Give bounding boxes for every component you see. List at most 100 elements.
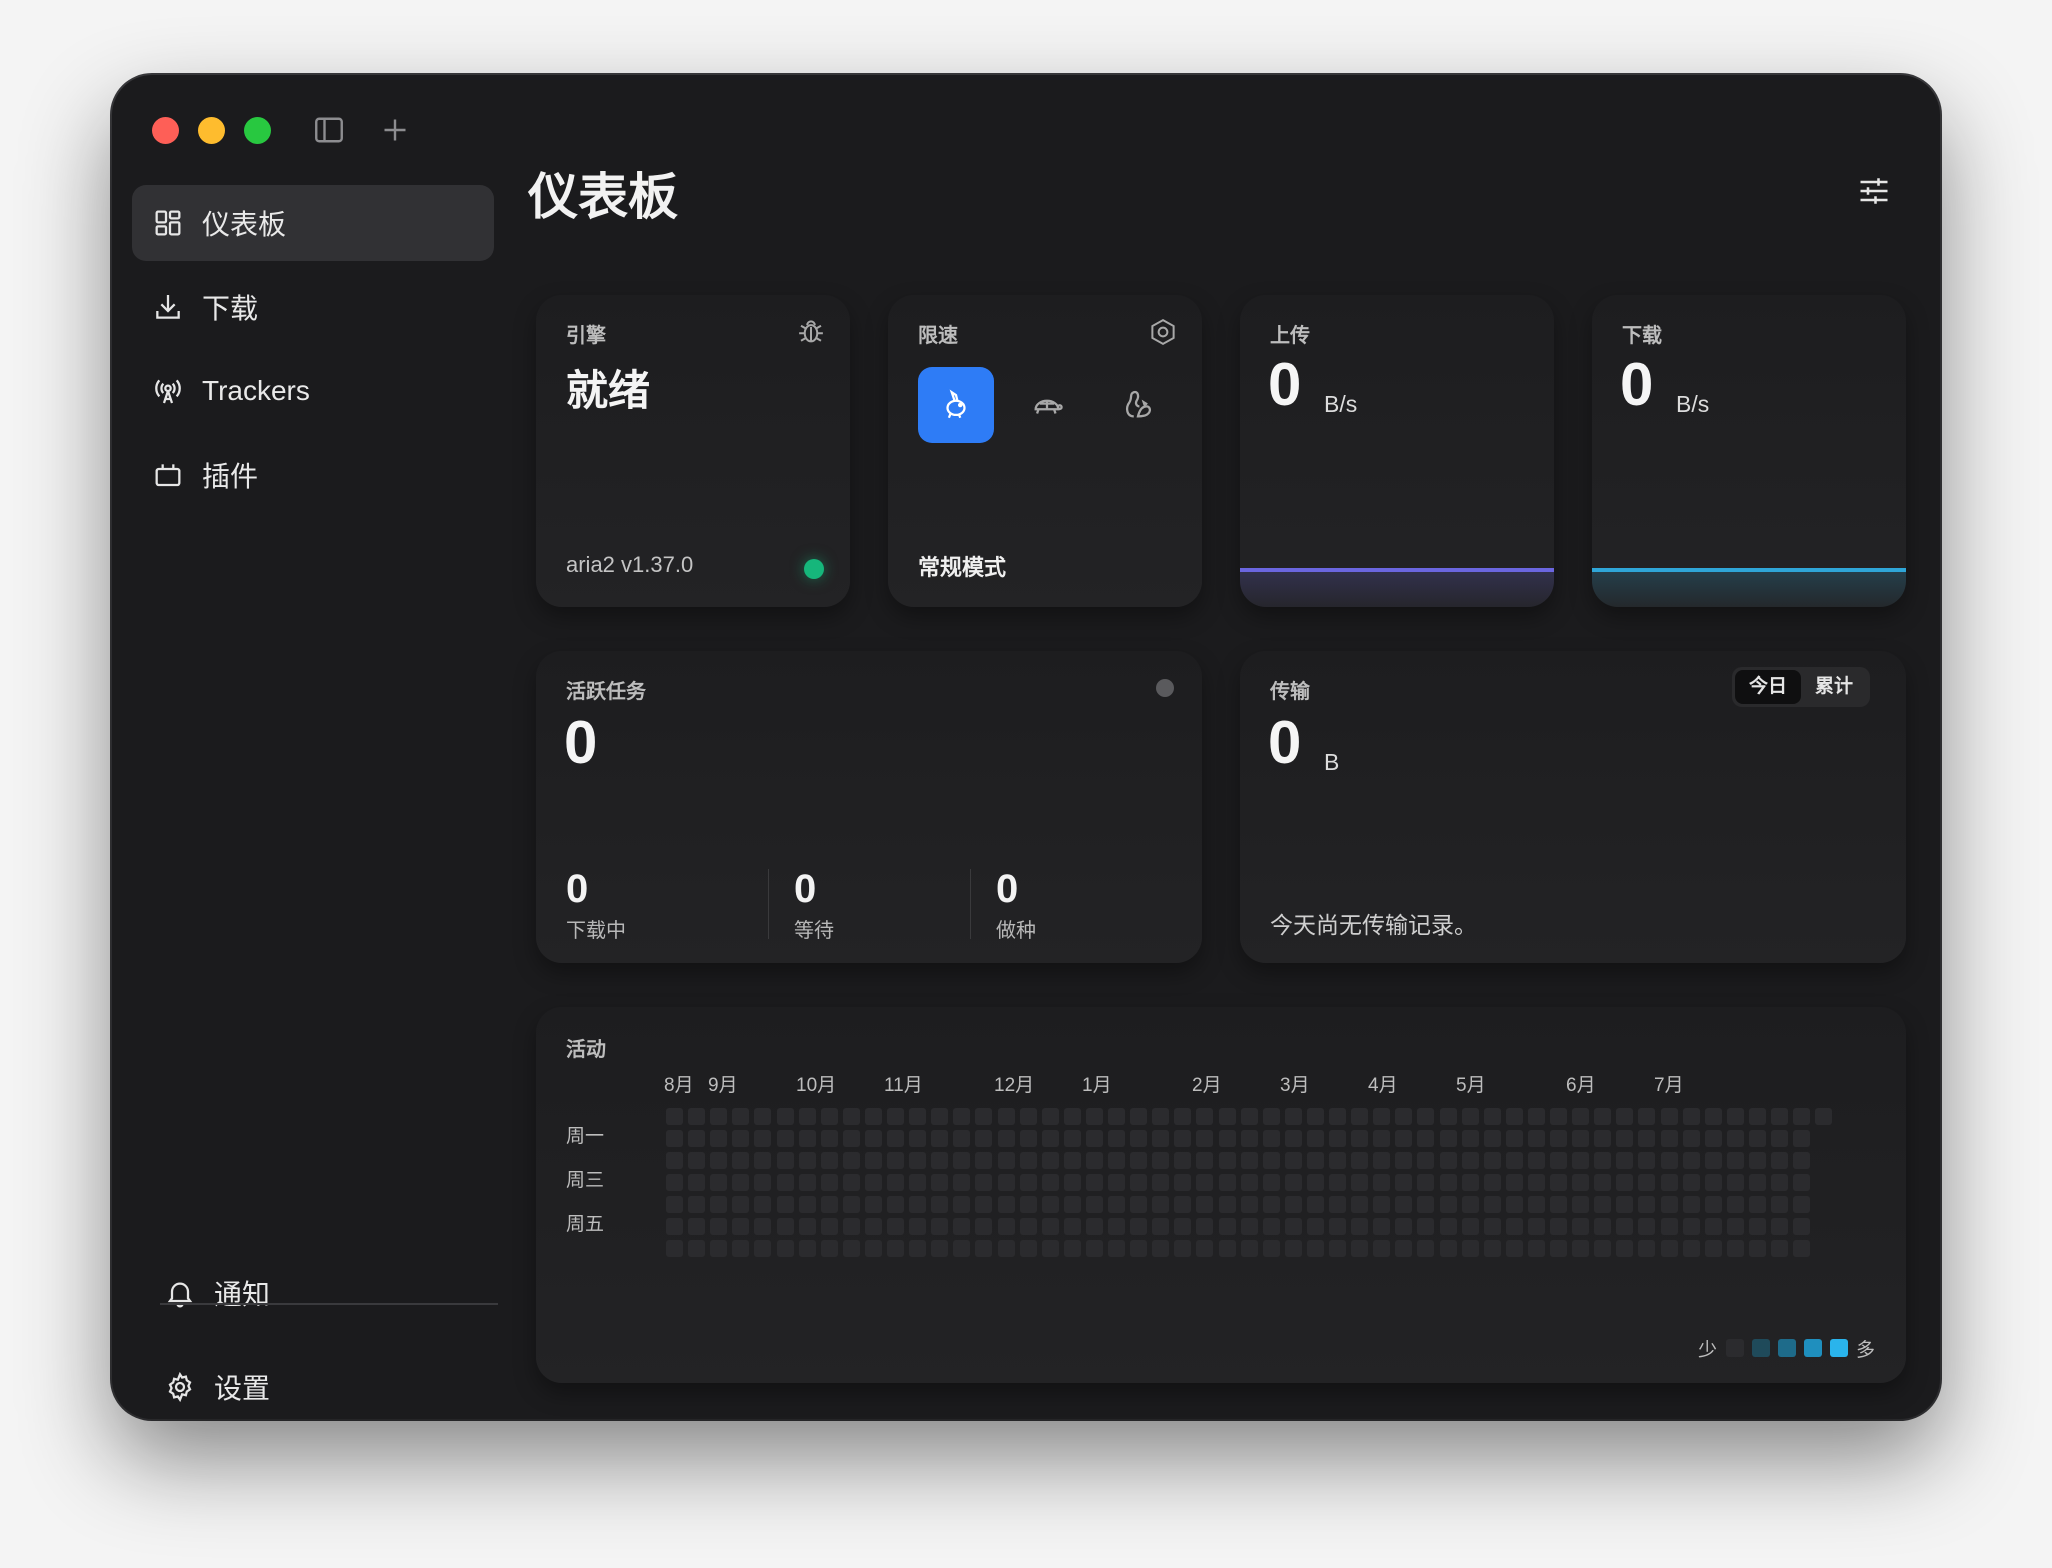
tab-today[interactable]: 今日: [1735, 670, 1802, 704]
heatmap-cell: [821, 1240, 838, 1257]
heatmap-cell: [1263, 1130, 1280, 1147]
speed-mode-custom-button[interactable]: [1100, 367, 1176, 443]
heatmap-cell: [1064, 1108, 1081, 1125]
heatmap-cell: [821, 1152, 838, 1169]
heatmap-cell: [843, 1240, 860, 1257]
legend-swatch: [1830, 1339, 1848, 1357]
heatmap-cell: [998, 1152, 1015, 1169]
new-task-icon[interactable]: [377, 112, 413, 148]
heatmap-cell: [1528, 1108, 1545, 1125]
sidebar-item-trackers[interactable]: Trackers: [132, 353, 494, 429]
minimize-window-button[interactable]: [198, 117, 225, 144]
heatmap-cell: [1616, 1108, 1633, 1125]
heatmap-cell: [1042, 1174, 1059, 1191]
heatmap-cell: [666, 1108, 683, 1125]
speed-mode-slow-button[interactable]: [1009, 367, 1085, 443]
speed-mode-normal-button[interactable]: [918, 367, 994, 443]
sidebar-toggle-icon[interactable]: [311, 112, 347, 148]
heatmap-cell: [1351, 1218, 1368, 1235]
heatmap-cell: [865, 1108, 882, 1125]
sidebar-item-downloads[interactable]: 下载: [132, 269, 494, 345]
heatmap-cell: [1638, 1130, 1655, 1147]
heatmap-cell: [1042, 1108, 1059, 1125]
heatmap-cell: [1550, 1108, 1567, 1125]
heatmap-cell: [1395, 1174, 1412, 1191]
heatmap-cell: [1528, 1152, 1545, 1169]
heatmap-cell: [998, 1196, 1015, 1213]
heatmap-cell: [1219, 1130, 1236, 1147]
heatmap-cell: [1550, 1152, 1567, 1169]
heatmap-cell: [1440, 1218, 1457, 1235]
heatmap-cell: [1771, 1152, 1788, 1169]
heatmap-cell: [1727, 1174, 1744, 1191]
close-window-button[interactable]: [152, 117, 179, 144]
heatmap-cell: [865, 1130, 882, 1147]
heatmap-cell: [666, 1240, 683, 1257]
tab-total[interactable]: 累计: [1801, 670, 1867, 704]
heatmap-cell: [1705, 1240, 1722, 1257]
heatmap-cell: [1174, 1130, 1191, 1147]
heatmap-cell: [1263, 1152, 1280, 1169]
heatmap-cell: [1064, 1218, 1081, 1235]
heatmap-cell: [1484, 1108, 1501, 1125]
waiting-count: 0: [794, 867, 817, 911]
heatmap-cell: [1462, 1108, 1479, 1125]
heatmap-cell: [1196, 1174, 1213, 1191]
heatmap-cell: [710, 1130, 727, 1147]
heatmap-cell: [1373, 1108, 1390, 1125]
month-label: 10月: [796, 1075, 837, 1096]
heatmap-cell: [1528, 1240, 1545, 1257]
upload-value: 0: [1268, 351, 1302, 418]
bug-icon[interactable]: [796, 317, 826, 347]
transfer-empty-message: 今天尚无传输记录。: [1270, 912, 1477, 938]
heatmap-cell: [1130, 1174, 1147, 1191]
heatmap-cell: [688, 1196, 705, 1213]
heatmap-cell: [1373, 1152, 1390, 1169]
heatmap-cell: [1174, 1196, 1191, 1213]
heatmap-cell: [754, 1108, 771, 1125]
heatmap-cell: [1285, 1108, 1302, 1125]
engine-label: 引擎: [566, 325, 606, 347]
heatmap-cell: [1219, 1174, 1236, 1191]
notifications-button[interactable]: 通知: [144, 1255, 474, 1331]
heatmap-cell: [865, 1196, 882, 1213]
heatmap-cell: [953, 1152, 970, 1169]
heatmap-cell: [1771, 1218, 1788, 1235]
heatmap-cell: [1020, 1240, 1037, 1257]
heatmap-cell: [1484, 1196, 1501, 1213]
heatmap-cell: [1705, 1152, 1722, 1169]
heatmap-cell: [1506, 1152, 1523, 1169]
month-label: 4月: [1368, 1075, 1398, 1096]
heatmap-cell: [1683, 1174, 1700, 1191]
page-title: 仪表板: [528, 169, 678, 225]
seeding-count: 0: [996, 867, 1019, 911]
heatmap-cell: [1572, 1152, 1589, 1169]
heatmap-cell: [1373, 1218, 1390, 1235]
sliders-icon[interactable]: [1856, 173, 1892, 209]
settings-button[interactable]: 设置: [144, 1349, 474, 1419]
heatmap-cell: [1638, 1196, 1655, 1213]
heatmap-cell: [1793, 1174, 1810, 1191]
heatmap-cell: [1329, 1152, 1346, 1169]
weekday-label: 周一: [566, 1126, 605, 1147]
heatmap-cell: [1307, 1108, 1324, 1125]
sidebar-item-dashboard[interactable]: 仪表板: [132, 185, 494, 261]
heatmap-cell: [931, 1108, 948, 1125]
heatmap-cell: [1793, 1152, 1810, 1169]
heatmap-cell: [1638, 1174, 1655, 1191]
heatmap-cell: [998, 1130, 1015, 1147]
heatmap-cell: [909, 1240, 926, 1257]
speed-settings-icon[interactable]: [1148, 317, 1178, 347]
heatmap-cell: [1174, 1218, 1191, 1235]
heatmap-cell: [777, 1130, 794, 1147]
heatmap-cell: [1749, 1218, 1766, 1235]
heatmap-cell: [1749, 1108, 1766, 1125]
heatmap-cell: [1241, 1196, 1258, 1213]
stat-divider: [970, 869, 971, 939]
heatmap-cell: [1196, 1196, 1213, 1213]
heatmap-cell: [1528, 1218, 1545, 1235]
sidebar-item-plugins[interactable]: 插件: [132, 437, 494, 513]
heatmap-cell: [1108, 1130, 1125, 1147]
heatmap-cell: [887, 1152, 904, 1169]
zoom-window-button[interactable]: [244, 117, 271, 144]
